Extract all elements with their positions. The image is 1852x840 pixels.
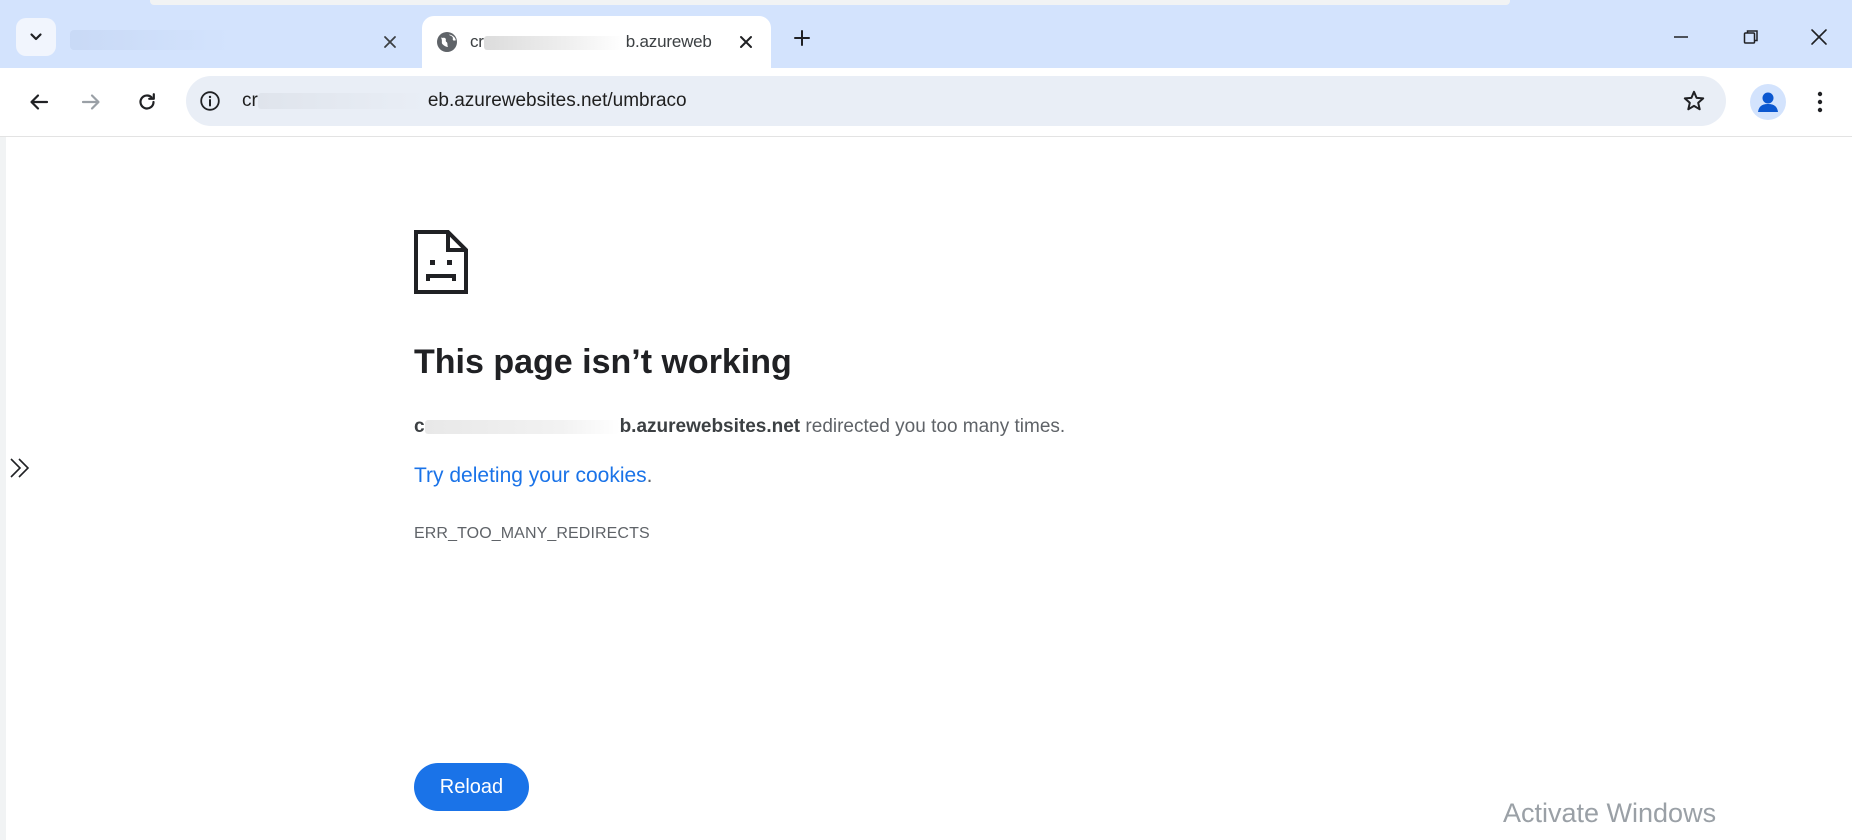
tab-close-button[interactable] xyxy=(732,28,760,56)
star-outline-icon xyxy=(1683,90,1705,111)
profile-button[interactable] xyxy=(1750,84,1786,120)
minimize-icon xyxy=(1674,36,1688,38)
tab-title-start: cr xyxy=(470,32,484,51)
url-redaction xyxy=(257,92,428,109)
close-icon xyxy=(740,36,752,48)
url-text[interactable]: cr eb.azurewebsites.net/umbraco xyxy=(242,90,687,112)
new-tab-button[interactable] xyxy=(786,22,818,54)
browser-window: cr b.azureweb cr eb.azurewebsites.net/um… xyxy=(0,0,1852,840)
back-button[interactable] xyxy=(20,83,58,121)
error-message: redirected you too many times. xyxy=(800,416,1066,437)
bookmark-button[interactable] xyxy=(1680,87,1708,115)
url-start: cr xyxy=(242,90,258,111)
sad-page-icon xyxy=(414,230,468,294)
tab-title-redacted xyxy=(70,30,230,50)
tab-active[interactable]: cr b.azureweb xyxy=(422,16,771,68)
arrow-right-icon xyxy=(81,94,100,110)
error-title: This page isn’t working xyxy=(414,343,792,381)
double-chevron-right-icon xyxy=(10,458,30,478)
kebab-menu-icon xyxy=(1817,91,1823,113)
error-host: b.azurewebsites.net xyxy=(619,416,801,437)
chevron-down-icon xyxy=(30,33,42,41)
browser-toolbar: cr eb.azurewebsites.net/umbraco xyxy=(0,68,1852,137)
browser-menu-button[interactable] xyxy=(1806,84,1834,120)
error-host-start: c xyxy=(414,416,425,437)
tabstrip-top-edge xyxy=(150,0,1510,5)
reload-button[interactable]: Reload xyxy=(414,763,529,811)
tab-title-redaction xyxy=(483,35,624,50)
reload-icon xyxy=(139,93,155,110)
globe-icon xyxy=(437,32,457,52)
delete-cookies-link[interactable]: Try deleting your cookies xyxy=(414,464,647,487)
forward-button[interactable] xyxy=(72,83,110,121)
tab-strip: cr b.azureweb xyxy=(0,0,1852,68)
suggestion-period: . xyxy=(646,464,653,487)
restore-icon xyxy=(1743,30,1758,44)
activate-windows-watermark: Activate Windows xyxy=(1503,798,1717,828)
close-icon xyxy=(1811,29,1827,45)
url-end: eb.azurewebsites.net/umbraco xyxy=(427,90,687,111)
plus-icon xyxy=(794,30,810,46)
page-content: This page isn’t working c b.azurewebsites… xyxy=(0,137,1852,840)
window-close-button[interactable] xyxy=(1796,14,1842,60)
side-panel-toggle[interactable] xyxy=(6,452,34,484)
tab-title-end: b.azureweb xyxy=(625,32,712,51)
host-redaction xyxy=(424,419,620,434)
close-icon xyxy=(384,36,396,48)
address-bar[interactable]: cr eb.azurewebsites.net/umbraco xyxy=(186,76,1726,126)
tab-search-button[interactable] xyxy=(16,18,56,56)
restore-button[interactable] xyxy=(1728,14,1774,60)
tab-inactive[interactable] xyxy=(60,16,408,68)
minimize-button[interactable] xyxy=(1658,14,1704,60)
info-icon xyxy=(200,91,220,111)
tab-title: cr b.azureweb xyxy=(470,32,720,52)
arrow-left-icon xyxy=(30,94,49,110)
error-code: ERR_TOO_MANY_REDIRECTS xyxy=(414,525,650,542)
suggestion: Try deleting your cookies. xyxy=(414,464,653,488)
reload-toolbar-button[interactable] xyxy=(128,83,166,121)
site-info-button[interactable] xyxy=(192,83,228,119)
tab-close-button[interactable] xyxy=(376,28,404,56)
person-icon xyxy=(1758,92,1778,112)
error-description: c b.azurewebsites.net redirected you too … xyxy=(414,416,1065,438)
